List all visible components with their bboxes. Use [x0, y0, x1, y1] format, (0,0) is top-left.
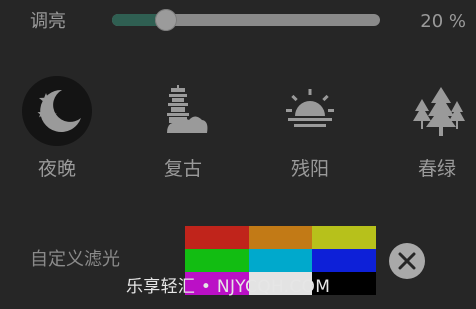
close-icon: [398, 252, 416, 270]
color-swatch[interactable]: [312, 226, 376, 249]
pine-trees-icon: [413, 87, 465, 136]
moon-stars-icon: [37, 89, 81, 132]
color-swatch[interactable]: [248, 226, 313, 249]
mode-sunset-button[interactable]: 残阳: [265, 76, 355, 186]
mode-spring-green-label: 春绿: [417, 158, 456, 180]
color-swatch[interactable]: [185, 249, 249, 272]
color-swatch[interactable]: [185, 226, 249, 249]
brightness-slider[interactable]: [112, 9, 380, 31]
mode-night-button[interactable]: 夜晚: [12, 76, 102, 186]
color-swatch[interactable]: [312, 249, 376, 272]
mode-retro-icon-circle: [148, 76, 218, 146]
watermark: 乐享轻汇 • NJYCQH.COM: [126, 277, 331, 297]
mode-spring-green-button[interactable]: 春绿: [392, 76, 476, 186]
mode-retro-label: 复古: [163, 158, 202, 180]
color-swatch[interactable]: [248, 249, 313, 272]
pagoda-icon: [167, 85, 208, 133]
mode-sunset-icon-circle: [275, 76, 345, 146]
brightness-slider-thumb[interactable]: [155, 9, 177, 31]
mode-night-label: 夜晚: [37, 158, 76, 180]
mode-retro-button[interactable]: 复古: [138, 76, 228, 186]
brightness-label: 调亮: [30, 11, 66, 32]
sunset-icon: [286, 89, 334, 127]
custom-filter-label: 自定义滤光: [30, 249, 120, 270]
brightness-value: 20 %: [420, 11, 466, 32]
clear-custom-filter-button[interactable]: [389, 243, 425, 279]
mode-spring-green-icon-circle: [402, 76, 472, 146]
mode-night-icon-circle: [22, 76, 92, 146]
mode-sunset-label: 残阳: [290, 158, 329, 180]
